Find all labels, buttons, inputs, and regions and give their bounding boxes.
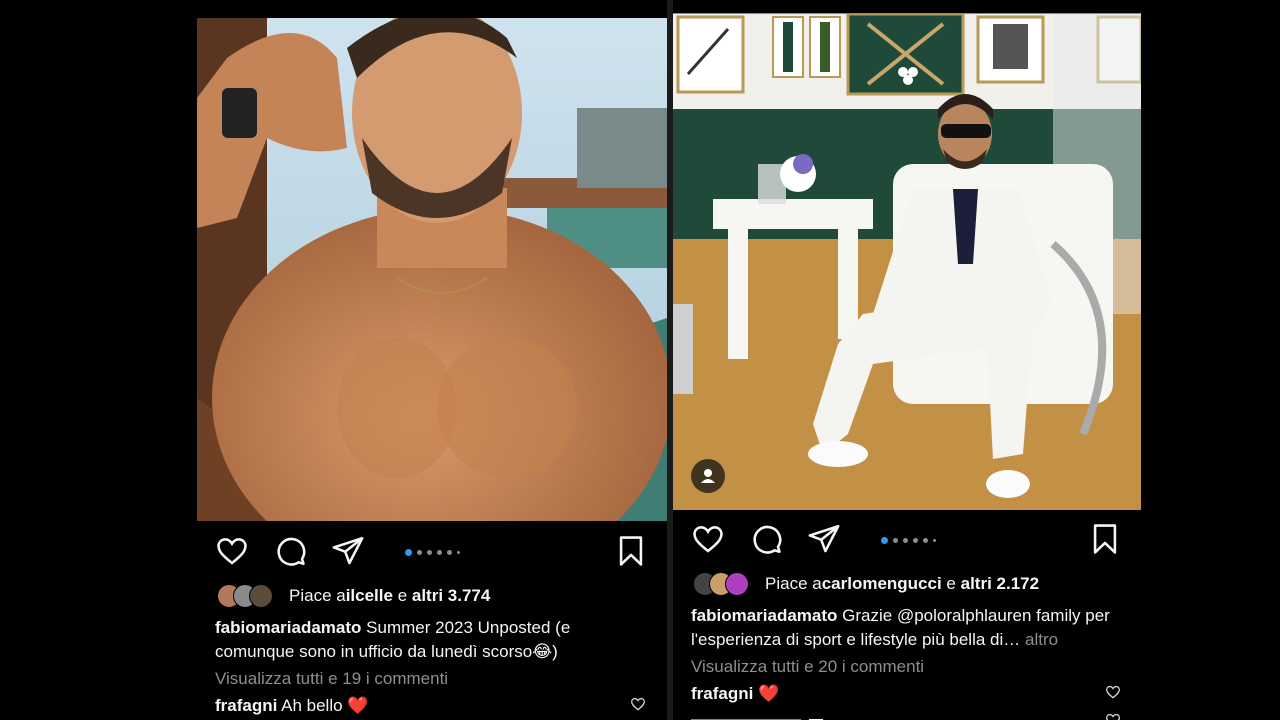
liker-username[interactable]: carlomengucci	[822, 574, 942, 594]
post-caption: fabiomariadamato Grazie @poloralphlauren…	[691, 604, 1117, 652]
likes-count[interactable]: altri 3.774	[412, 586, 490, 606]
liker-avatars	[217, 584, 279, 608]
liker-avatars	[693, 572, 755, 596]
heart-icon[interactable]	[691, 522, 725, 556]
post-right: Piace a carlomengucci e altri 2.172 fabi…	[673, 0, 1141, 720]
post-photo[interactable]	[673, 13, 1141, 510]
carousel-indicator	[405, 549, 460, 556]
post-caption: fabiomariadamato Summer 2023 Unposted (e…	[215, 616, 643, 664]
post-left: Piace a ilcelle e altri 3.774 fabiomaria…	[197, 0, 667, 720]
comment-heart-icon[interactable]	[630, 696, 646, 712]
caption-username[interactable]: fabiomariadamato	[691, 606, 837, 625]
comment: frafagni Ah bello ❤️	[215, 696, 368, 716]
bookmark-icon[interactable]	[1088, 522, 1122, 556]
post-photo[interactable]	[197, 18, 667, 521]
likes-middle: e	[392, 586, 412, 605]
comment-text: ❤️	[753, 684, 780, 703]
share-icon[interactable]	[807, 522, 841, 556]
post-actions	[197, 530, 667, 570]
avatar	[725, 572, 749, 596]
carousel-indicator	[881, 537, 936, 544]
share-icon[interactable]	[331, 534, 365, 568]
likes-summary[interactable]: Piace a ilcelle e altri 3.774	[217, 584, 490, 608]
comment-icon[interactable]	[273, 534, 307, 568]
view-all-comments-link[interactable]: Visualizza tutti e 19 i commenti	[215, 669, 448, 689]
likes-middle: e	[941, 574, 961, 593]
view-all-comments-link[interactable]: Visualizza tutti e 20 i commenti	[691, 657, 924, 677]
comment: frafagni ❤️	[691, 684, 779, 704]
bookmark-icon[interactable]	[614, 534, 648, 568]
comment-username[interactable]: frafagni	[691, 684, 753, 703]
likes-prefix: Piace a	[765, 574, 822, 593]
cut-off-comment	[691, 712, 851, 720]
comment-username[interactable]: frafagni	[215, 696, 277, 715]
likes-prefix: Piace a	[289, 586, 346, 605]
comment-heart-icon[interactable]	[1105, 684, 1121, 700]
liker-username[interactable]: ilcelle	[346, 586, 393, 606]
avatar	[249, 584, 273, 608]
comment-heart-icon[interactable]	[1105, 712, 1121, 720]
caption-username[interactable]: fabiomariadamato	[215, 618, 361, 637]
comment-icon[interactable]	[749, 522, 783, 556]
user-tag-icon[interactable]	[691, 459, 725, 493]
post-actions	[673, 518, 1141, 558]
comment-text: Ah bello ❤️	[277, 696, 369, 715]
heart-icon[interactable]	[215, 534, 249, 568]
likes-count[interactable]: altri 2.172	[961, 574, 1039, 594]
likes-summary[interactable]: Piace a carlomengucci e altri 2.172	[693, 572, 1039, 596]
caption-more-link[interactable]: altro	[1020, 630, 1058, 649]
